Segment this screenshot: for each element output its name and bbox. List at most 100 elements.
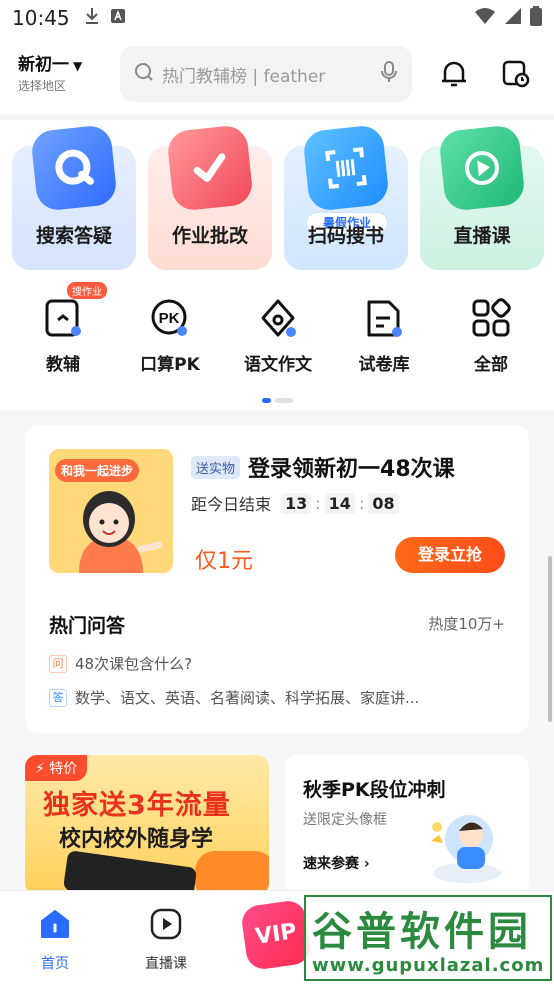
countdown-separator: :: [358, 493, 365, 513]
lightning-icon: ⚡: [35, 761, 45, 777]
nav-live-class-label: 直播课: [145, 956, 187, 972]
download-icon: [84, 7, 100, 29]
shortcut-label: 教辅: [46, 355, 80, 375]
join-contest-label: 速来参赛: [303, 856, 359, 872]
countdown-hours: 13: [281, 492, 312, 514]
shortcut-all[interactable]: 全部: [441, 296, 541, 375]
caret-down-icon: ▼: [73, 59, 83, 73]
tile-scan-book[interactable]: 暑假作业 扫码搜书: [284, 124, 408, 270]
shortcut-chinese-essay[interactable]: 语文作文: [228, 296, 328, 375]
page-dot-active: [262, 398, 271, 403]
nav-home[interactable]: 首页: [15, 907, 95, 973]
hot-answer[interactable]: 答 数学、语文、英语、名著阅读、科学拓展、家庭讲...: [49, 687, 419, 708]
scrollbar[interactable]: [548, 556, 552, 722]
countdown: 距今日结束 13 : 14 : 08: [191, 491, 401, 515]
promo-title: 登录领新初一48次课: [248, 457, 455, 482]
region-hint: 选择地区: [18, 79, 67, 93]
nav-home-label: 首页: [41, 956, 69, 972]
bell-icon[interactable]: [438, 58, 470, 90]
play-tv-icon: [438, 124, 526, 212]
nav-live-class[interactable]: 直播课: [126, 907, 206, 973]
trophy-boy-illustration: [431, 815, 501, 883]
play-circle-icon: [150, 908, 182, 940]
shortcut-label: 语文作文: [244, 355, 312, 375]
promo-banner-line1: 独家送3年流量: [43, 790, 231, 821]
watermark-title: 谷普软件园: [312, 909, 532, 955]
countdown-label: 距今日结束: [191, 495, 272, 514]
history-icon[interactable]: [500, 58, 532, 90]
tile-homework-check[interactable]: 作业批改: [148, 124, 272, 270]
nav-vip-icon[interactable]: VIP: [239, 898, 313, 972]
special-price-label: 特价: [49, 761, 78, 777]
promo-illustration[interactable]: 和我一起进步: [49, 449, 173, 573]
grade-selector[interactable]: 新初一 ▼ 选择地区: [18, 50, 82, 94]
shortcut-tutorial[interactable]: 搜作业 教辅: [13, 282, 113, 375]
shortcut-mental-math-pk[interactable]: PK 口算PK: [120, 296, 220, 375]
status-bar: 10:45: [0, 0, 554, 36]
promo-banner-pk[interactable]: 秋季PK段位冲刺 送限定头像框 速来参赛 ›: [285, 755, 529, 895]
tile-label: 扫码搜书: [307, 225, 384, 247]
girl-illustration: [79, 491, 163, 573]
promo-card: 和我一起进步 送实物 登录领新初一48次课 距今日结束 13 : 14 : 08…: [25, 425, 529, 733]
promo-title-row: 送实物 登录领新初一48次课: [191, 451, 455, 483]
microphone-icon[interactable]: [380, 61, 398, 87]
document-icon: [362, 296, 406, 340]
pk-banner-subtitle: 送限定头像框: [303, 812, 387, 828]
decoration-shape: [195, 851, 269, 895]
join-contest-link[interactable]: 速来参赛 ›: [303, 853, 370, 873]
svg-text:PK: PK: [159, 310, 180, 327]
hot-question[interactable]: 问 48次课包含什么?: [49, 653, 192, 674]
promo-banner-line2: 校内校外随身学: [59, 827, 214, 852]
countdown-separator: :: [315, 493, 321, 513]
watermark-url: www.gupuxlazal.com: [312, 955, 545, 976]
book-icon: 搜作业: [41, 282, 107, 340]
gift-tag: 送实物: [191, 455, 241, 479]
shortcut-label: 口算PK: [140, 355, 200, 375]
signal-icon: [504, 7, 522, 29]
search-homework-badge: 搜作业: [67, 282, 107, 299]
search-placeholder: 热门教辅榜 | feather: [162, 66, 326, 87]
checkmark-icon: [166, 124, 254, 212]
question-text: 48次课包含什么?: [75, 655, 193, 673]
grade-label: 新初一: [18, 55, 69, 75]
shortcut-exam-bank[interactable]: 试卷库: [334, 296, 434, 375]
pen-nib-icon: [256, 296, 300, 340]
hot-qa-title: 热门问答: [49, 615, 126, 637]
countdown-minutes: 14: [324, 492, 355, 514]
page-dot: [275, 398, 293, 403]
search-icon: [134, 62, 154, 86]
feature-tiles: 搜索答疑 作业批改 暑假作业 扫码搜书 直播课: [0, 120, 554, 280]
tile-label: 搜索答疑: [35, 225, 112, 247]
shortcut-label: 试卷库: [358, 355, 410, 375]
tile-label: 直播课: [453, 225, 511, 247]
tile-search-answer[interactable]: 搜索答疑: [12, 124, 136, 270]
wifi-icon: [474, 7, 496, 29]
tile-label: 作业批改: [171, 225, 248, 247]
tile-live-class[interactable]: 直播课: [420, 124, 544, 270]
promo-banner-data[interactable]: ⚡ 特价 独家送3年流量 校内校外随身学: [25, 755, 269, 895]
app-notification-icon: [110, 8, 126, 28]
answer-mark-badge: 答: [49, 688, 67, 707]
pk-icon: PK: [148, 296, 192, 340]
search-bar[interactable]: 热门教辅榜 | feather: [120, 46, 412, 102]
shortcut-label: 全部: [474, 355, 508, 375]
chevron-right-icon: ›: [363, 856, 370, 872]
answer-text: 数学、语文、英语、名著阅读、科学拓展、家庭讲...: [75, 689, 420, 707]
magnifier-q-icon: [30, 124, 118, 212]
promo-price: 仅1元: [195, 549, 253, 574]
scan-barcode-icon: [302, 124, 390, 212]
special-price-tag: ⚡ 特价: [25, 755, 88, 781]
pk-banner-title: 秋季PK段位冲刺: [303, 779, 446, 801]
hot-qa-heat: 热度10万+: [428, 615, 505, 633]
countdown-seconds: 08: [368, 492, 399, 514]
grid-icon: [469, 296, 513, 340]
watermark-logo: 谷普软件园 www.gupuxlazal.com: [304, 895, 552, 981]
battery-icon: [530, 6, 542, 30]
home-icon: [41, 910, 69, 938]
shortcut-row: 搜作业 教辅 PK 口算PK 语文作文 试卷库 全部: [0, 280, 554, 410]
page-indicator: [262, 398, 293, 403]
question-mark-badge: 问: [49, 654, 67, 673]
phone-illustration: [62, 850, 198, 895]
status-time: 10:45: [12, 6, 70, 30]
login-grab-button[interactable]: 登录立抢: [395, 537, 505, 573]
